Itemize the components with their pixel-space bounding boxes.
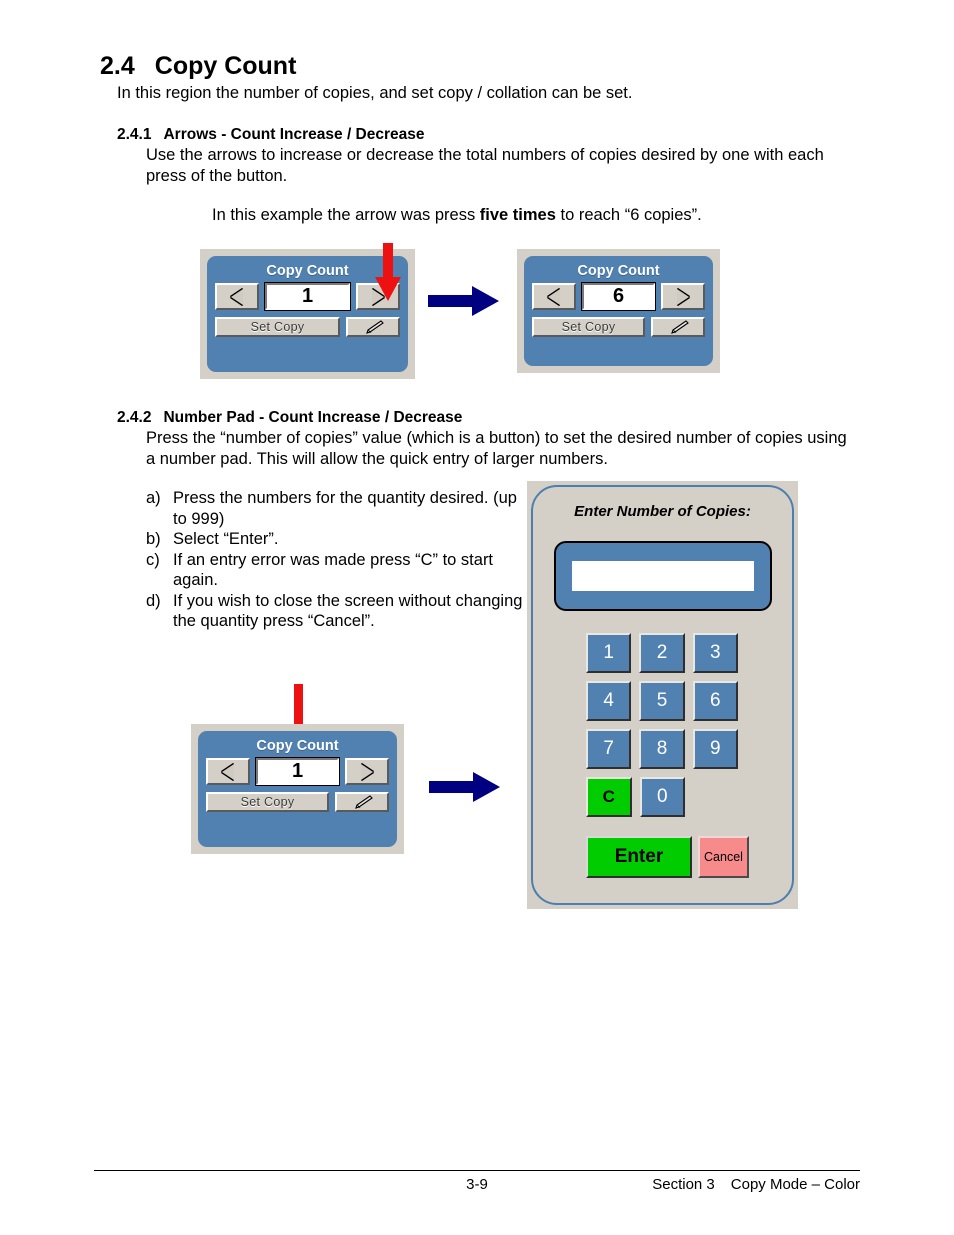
key-3[interactable]: 3 xyxy=(692,633,738,673)
red-pointer-arrow-increase xyxy=(375,243,401,301)
key-4[interactable]: 4 xyxy=(586,681,632,721)
increase-count-button[interactable] xyxy=(661,283,705,310)
key-0[interactable]: 0 xyxy=(639,777,686,817)
key-7[interactable]: 7 xyxy=(586,729,632,769)
copy-count-value-field[interactable]: 1 xyxy=(264,282,351,311)
key-9[interactable]: 9 xyxy=(692,729,738,769)
number-pad-row: 4 5 6 xyxy=(586,681,738,721)
footer-section-info: Section 3 Copy Mode – Color xyxy=(652,1176,860,1193)
right-triangle-icon xyxy=(677,288,689,305)
key-2[interactable]: 2 xyxy=(639,633,685,673)
right-triangle-icon xyxy=(361,763,373,780)
subsection-241-title: Arrows - Count Increase / Decrease xyxy=(163,126,425,143)
number-pad-title: Enter Number of Copies: xyxy=(574,503,751,520)
example-prefix: In this example the arrow was press xyxy=(212,206,480,224)
copy-count-value-field[interactable]: 1 xyxy=(255,757,340,786)
subsection-242-title: Number Pad - Count Increase / Decrease xyxy=(163,409,463,426)
list-text: Press the numbers for the quantity desir… xyxy=(173,489,517,528)
copy-count-actions-row: Set Copy xyxy=(532,317,705,337)
set-copy-button[interactable]: Set Copy xyxy=(215,317,340,337)
copy-count-actions-row: Set Copy xyxy=(215,317,400,337)
number-pad-dialog: Enter Number of Copies: 1 2 3 4 5 6 7 8 … xyxy=(527,481,798,909)
number-pad-display xyxy=(554,541,772,611)
steps-list: a) Press the numbers for the quantity de… xyxy=(146,488,526,632)
copy-count-value-field[interactable]: 6 xyxy=(581,282,656,311)
decrease-count-button[interactable] xyxy=(215,283,259,310)
set-copy-button[interactable]: Set Copy xyxy=(532,317,645,337)
pencil-icon xyxy=(671,320,689,334)
document-page: 2.4 Copy Count In this region the number … xyxy=(0,0,954,1235)
subsection-242-body: Press the “number of copies” value (whic… xyxy=(146,429,847,468)
copy-count-panel: Copy Count 1 Set Copy xyxy=(198,731,397,847)
subsection-241-heading: 2.4.1 Arrows - Count Increase / Decrease xyxy=(117,126,425,144)
list-marker: b) xyxy=(146,530,161,548)
list-item: a) Press the numbers for the quantity de… xyxy=(146,488,526,529)
enter-button[interactable]: Enter xyxy=(586,836,692,878)
number-pad-input[interactable] xyxy=(572,561,754,591)
copy-count-title: Copy Count xyxy=(577,263,660,279)
list-marker: d) xyxy=(146,591,161,610)
left-triangle-icon xyxy=(222,763,234,780)
list-text: If you wish to close the screen without … xyxy=(173,591,523,631)
subsection-241-number: 2.4.1 xyxy=(117,126,152,143)
pencil-icon xyxy=(355,795,373,809)
list-item: c) If an entry error was made press “C” … xyxy=(146,550,526,591)
list-text: Select “Enter”. xyxy=(173,530,279,548)
footer-divider xyxy=(94,1170,860,1171)
flow-arrow-right-1 xyxy=(428,286,499,316)
section-number: 2.4 xyxy=(100,52,135,80)
number-pad-row: 1 2 3 xyxy=(586,633,738,673)
key-clear[interactable]: C xyxy=(586,777,632,817)
flow-arrow-right-2 xyxy=(429,772,500,802)
number-pad-row: C 0 xyxy=(586,777,738,817)
page-title: 2.4 Copy Count xyxy=(100,52,296,81)
edit-copy-button[interactable] xyxy=(346,317,400,337)
copy-count-panel: Copy Count 6 Set Copy xyxy=(524,256,713,366)
copy-count-title: Copy Count xyxy=(256,738,339,754)
example-sentence: In this example the arrow was press five… xyxy=(212,206,702,225)
number-pad-keys: 1 2 3 4 5 6 7 8 9 C 0 xyxy=(586,633,738,825)
number-pad-row: 7 8 9 xyxy=(586,729,738,769)
decrease-count-button[interactable] xyxy=(532,283,576,310)
set-copy-button[interactable]: Set Copy xyxy=(206,792,329,812)
copy-count-controls-row: 1 xyxy=(206,757,389,786)
intro-paragraph: In this region the number of copies, and… xyxy=(117,84,633,102)
increase-count-button[interactable] xyxy=(345,758,389,785)
key-placeholder xyxy=(693,777,738,817)
left-triangle-icon xyxy=(548,288,560,305)
edit-copy-button[interactable] xyxy=(335,792,389,812)
number-pad-actions: Enter Cancel xyxy=(586,836,749,878)
key-5[interactable]: 5 xyxy=(639,681,685,721)
key-1[interactable]: 1 xyxy=(586,633,632,673)
copy-count-controls-row: 6 xyxy=(532,282,705,311)
left-triangle-icon xyxy=(231,288,243,305)
section-title: Copy Count xyxy=(154,52,297,80)
example-suffix: to reach “6 copies”. xyxy=(555,206,702,224)
list-item: d) If you wish to close the screen witho… xyxy=(146,591,526,632)
footer-section: Section 3 xyxy=(652,1176,715,1193)
subsection-241-body: Use the arrows to increase or decrease t… xyxy=(146,146,824,185)
example-emphasis: five times xyxy=(479,206,556,224)
decrease-count-button[interactable] xyxy=(206,758,250,785)
key-8[interactable]: 8 xyxy=(639,729,685,769)
copy-count-actions-row: Set Copy xyxy=(206,792,389,812)
list-item: b) Select “Enter”. xyxy=(146,529,526,550)
subsection-242-number: 2.4.2 xyxy=(117,409,152,426)
subsection-242-heading: 2.4.2 Number Pad - Count Increase / Decre… xyxy=(117,409,462,427)
copy-count-widget-after: Copy Count 6 Set Copy xyxy=(517,249,720,373)
pencil-icon xyxy=(366,320,384,334)
list-marker: a) xyxy=(146,489,161,507)
key-6[interactable]: 6 xyxy=(692,681,738,721)
cancel-button[interactable]: Cancel xyxy=(698,836,749,878)
copy-count-widget-numpad-source: Copy Count 1 Set Copy xyxy=(191,724,404,854)
edit-copy-button[interactable] xyxy=(651,317,705,337)
list-marker: c) xyxy=(146,550,160,569)
list-text: If an entry error was made press “C” to … xyxy=(173,550,494,590)
footer-chapter: Copy Mode – Color xyxy=(730,1176,860,1193)
